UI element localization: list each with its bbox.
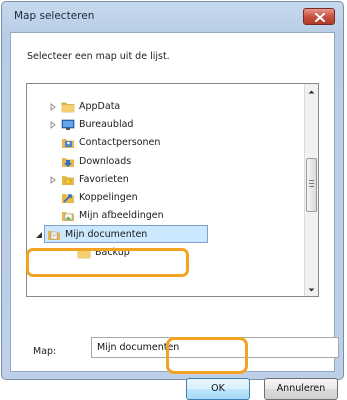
folder-icon — [61, 100, 75, 113]
tree-item-label: Backup — [95, 246, 130, 258]
tree-item[interactable]: Bureaublad — [27, 116, 304, 134]
arrow-up-icon — [308, 90, 315, 94]
map-select-dialog: Map selecteren Selecteer een map uit de … — [1, 1, 344, 400]
downloads-folder-icon — [61, 155, 75, 168]
tree-item[interactable]: Favorieten — [27, 171, 304, 189]
tree-item[interactable]: Koppelingen — [27, 189, 304, 207]
cancel-button[interactable]: Annuleren — [264, 378, 338, 400]
pictures-folder-icon — [61, 209, 75, 222]
vertical-scrollbar[interactable] — [304, 84, 318, 296]
collapsed-arrow-icon[interactable] — [49, 175, 57, 184]
ok-button[interactable]: OK — [186, 378, 250, 400]
collapsed-arrow-icon[interactable] — [49, 121, 57, 130]
tree-item-label: Koppelingen — [79, 192, 138, 203]
tree-item-label: Contactpersonen — [79, 137, 161, 149]
scroll-up-button[interactable] — [305, 84, 318, 98]
tree-item-label: Mijn afbeeldingen — [79, 210, 164, 222]
collapsed-arrow-icon[interactable] — [49, 103, 57, 111]
favorites-folder-icon — [61, 173, 75, 186]
tree-item-label: Downloads — [79, 155, 132, 167]
desktop-folder-icon — [61, 118, 75, 131]
tree-item-label: Favorieten — [79, 173, 129, 185]
tree-item[interactable]: Mijn afbeeldingen — [27, 207, 304, 225]
dialog-body: Selecteer een map uit de lijst. AppData B… — [10, 32, 339, 400]
tree-item[interactable]: Contactpersonen — [27, 134, 304, 152]
tree-item-label: Bureaublad — [79, 119, 134, 131]
close-button[interactable] — [303, 8, 335, 25]
documents-folder-icon — [47, 228, 61, 241]
tree-item[interactable]: Mijn documenten — [36, 225, 208, 244]
tree-item[interactable]: AppData — [27, 98, 304, 116]
contacts-folder-icon — [61, 136, 75, 149]
instruction-text: Selecteer een map uit de lijst. — [27, 51, 170, 62]
tree-item-label: AppData — [79, 101, 121, 112]
arrow-down-icon — [308, 288, 315, 292]
tree-item-label: Mijn documenten — [65, 229, 148, 241]
tree-item[interactable]: Backup — [27, 244, 304, 262]
folder-icon — [77, 246, 91, 259]
map-input[interactable] — [91, 337, 339, 358]
close-icon — [315, 13, 325, 22]
folder-tree[interactable]: AppData Bureaublad Contactpersonen Download… — [26, 83, 319, 297]
tree-item[interactable]: Downloads — [27, 153, 304, 171]
scroll-thumb[interactable] — [306, 158, 317, 212]
window-title: Map selecteren — [14, 10, 95, 22]
links-folder-icon — [61, 191, 75, 204]
map-field-label: Map: — [33, 346, 57, 357]
expanded-arrow-icon[interactable] — [35, 231, 43, 239]
scroll-down-button[interactable] — [305, 282, 318, 296]
title-bar[interactable]: Map selecteren — [2, 2, 343, 32]
